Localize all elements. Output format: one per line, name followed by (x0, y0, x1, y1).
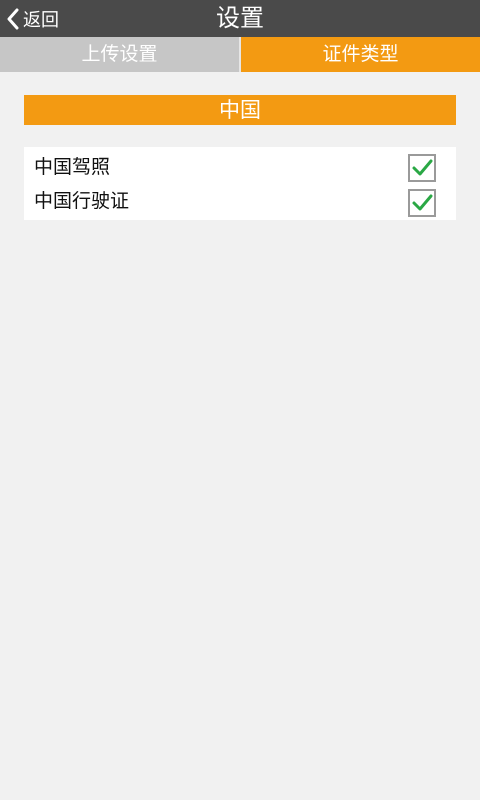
list-item-vehicle-license[interactable]: 中国行驶证 (24, 184, 456, 220)
certificate-list: 中国驾照 中国行驶证 (24, 147, 456, 220)
driver-license-checkbox[interactable] (408, 154, 436, 182)
list-item-driver-license[interactable]: 中国驾照 (24, 147, 456, 184)
title-bar: 返回 设置 (0, 0, 480, 37)
chevron-left-icon (6, 8, 20, 30)
page-title: 设置 (216, 4, 264, 32)
checkmark-icon (412, 194, 433, 211)
checkmark-icon (412, 159, 433, 176)
tab-bar: 上传设置 证件类型 (0, 37, 480, 72)
driver-license-label: 中国驾照 (34, 156, 111, 178)
section-header-china: 中国 (24, 95, 456, 125)
tab-certificate-type[interactable]: 证件类型 (241, 37, 480, 72)
back-label: 返回 (23, 9, 59, 31)
back-button[interactable]: 返回 (6, 0, 59, 37)
vehicle-license-label: 中国行驶证 (34, 190, 130, 212)
vehicle-license-checkbox[interactable] (408, 189, 436, 217)
tab-upload-settings[interactable]: 上传设置 (0, 37, 241, 72)
